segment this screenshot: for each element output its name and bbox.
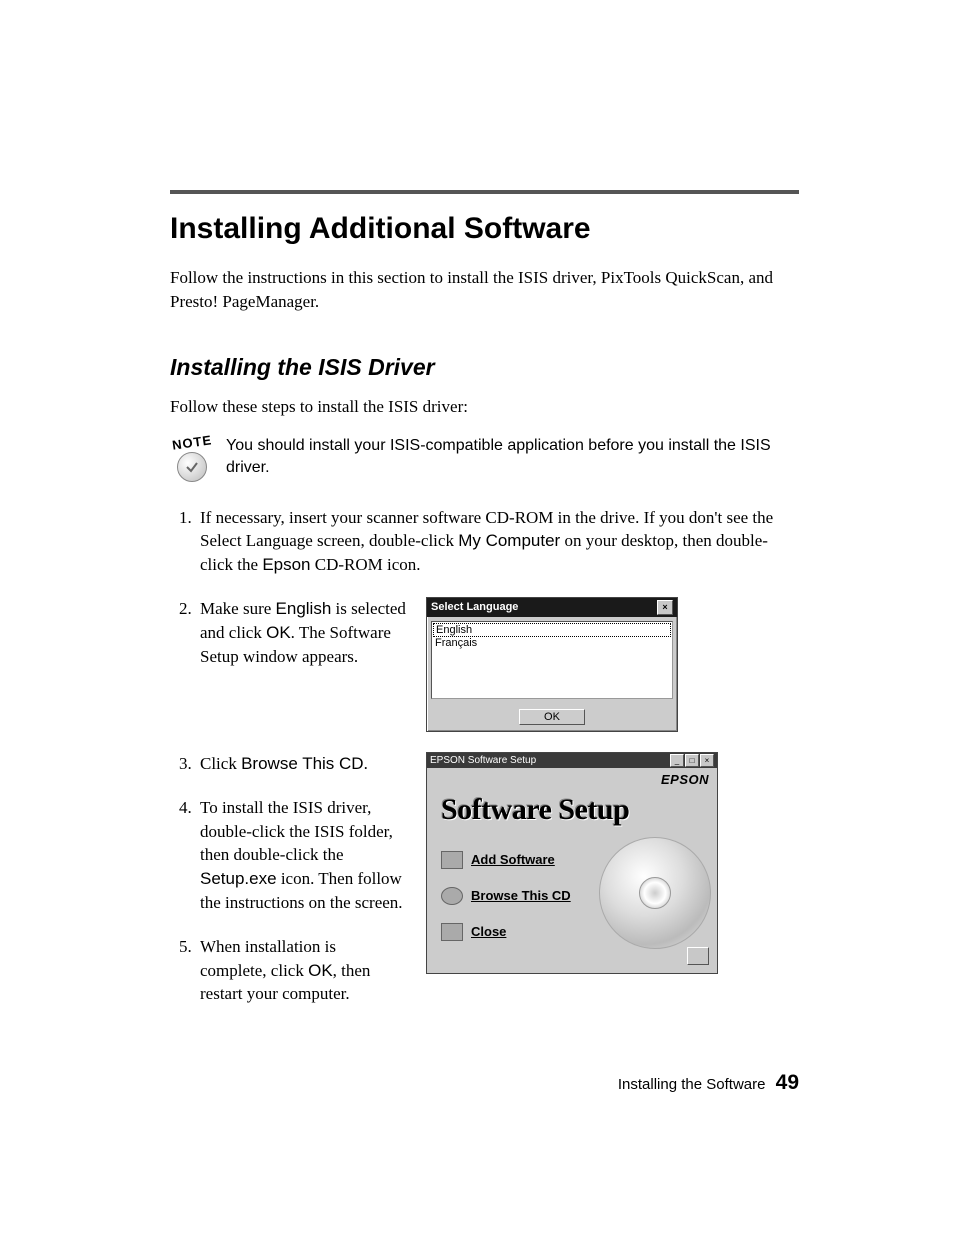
door-icon [441, 923, 463, 941]
note-icon: NOTE [170, 435, 214, 482]
window-titlebar: EPSON Software Setup _ □ × [427, 753, 717, 768]
page-heading: Installing Additional Software [170, 212, 799, 246]
section-rule [170, 190, 799, 194]
minimize-icon[interactable]: _ [670, 754, 684, 767]
window-title: EPSON Software Setup [430, 755, 536, 766]
steps-3-5-row: Click Browse This CD. To install the ISI… [170, 752, 799, 1026]
ok-button[interactable]: OK [519, 709, 585, 725]
monitor-icon [441, 851, 463, 869]
resize-icon [687, 947, 709, 965]
language-option-english[interactable]: English [433, 623, 671, 637]
language-option-francais[interactable]: Français [433, 637, 671, 649]
software-setup-window: EPSON Software Setup _ □ × EPSON Softwar… [426, 752, 718, 974]
brand-logo: EPSON [427, 768, 717, 787]
checkmark-icon [177, 452, 207, 482]
page-number: 49 [776, 1071, 799, 1094]
magnifier-icon [441, 887, 463, 905]
lead-paragraph: Follow these steps to install the ISIS d… [170, 397, 799, 417]
step-2: Make sure English is selected and click … [196, 597, 406, 668]
footer-section: Installing the Software [618, 1076, 766, 1093]
close-icon[interactable]: × [700, 754, 714, 767]
language-list[interactable]: English Français [431, 621, 673, 699]
page-footer: Installing the Software 49 [618, 1071, 799, 1095]
dialog-titlebar: Select Language × [427, 598, 677, 617]
note-text: You should install your ISIS-compatible … [226, 435, 799, 480]
step-4: To install the ISIS driver, double-click… [196, 796, 406, 915]
step-3: Click Browse This CD. [196, 752, 406, 776]
maximize-icon[interactable]: □ [685, 754, 699, 767]
subheading: Installing the ISIS Driver [170, 354, 799, 381]
dialog-title: Select Language [431, 601, 518, 613]
intro-paragraph: Follow the instructions in this section … [170, 266, 799, 314]
setup-heading: Software Setup [441, 793, 703, 827]
step-2-row: Make sure English is selected and click … [170, 597, 799, 732]
select-language-dialog: Select Language × English Français OK [426, 597, 678, 732]
step-5: When installation is complete, click OK,… [196, 935, 406, 1006]
step-1: If necessary, insert your scanner softwa… [196, 506, 799, 577]
step-list: If necessary, insert your scanner softwa… [170, 506, 799, 577]
cd-graphic [599, 837, 711, 949]
close-icon[interactable]: × [657, 600, 673, 615]
note-block: NOTE You should install your ISIS-compat… [170, 435, 799, 482]
